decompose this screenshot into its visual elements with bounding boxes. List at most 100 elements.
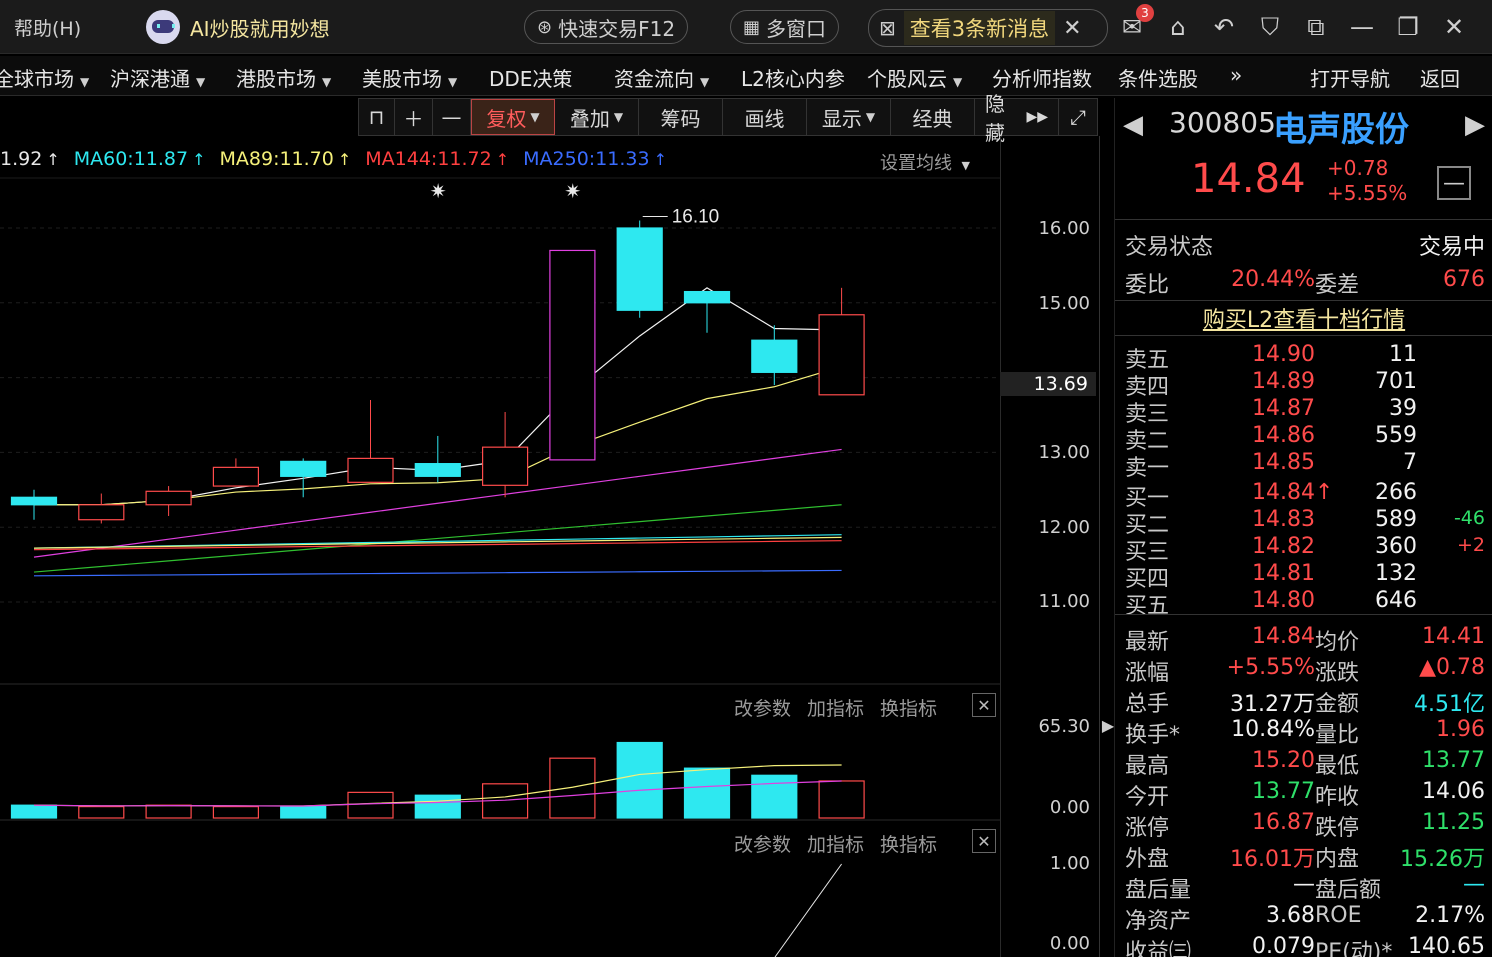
stat-label: 最低: [1315, 754, 1360, 779]
order-book-row[interactable]: 卖五 14.90 11: [1125, 342, 1485, 373]
close-window-icon[interactable]: ✕: [1436, 8, 1472, 46]
window-controls: ✉ 3 ⌂ ↶ ⛉ ⧉ — ❐ ✕: [1114, 4, 1472, 46]
restore-rights-button[interactable]: 复权 ▼: [471, 99, 555, 135]
help-menu[interactable]: 帮助(H): [14, 14, 81, 41]
home-icon[interactable]: ⌂: [1160, 8, 1196, 46]
zoom-out-icon[interactable]: —: [433, 99, 471, 135]
menu-item-label: 打开导航: [1310, 67, 1390, 91]
menu-item[interactable]: 港股市场 ▼: [236, 63, 331, 92]
order-book-row[interactable]: 卖一 14.85 7: [1125, 450, 1485, 481]
order-book-row[interactable]: 卖三 14.87 39: [1125, 396, 1485, 427]
stat-label: 外盘: [1125, 847, 1170, 872]
close-icon[interactable]: ✕: [1063, 16, 1081, 41]
y-tick: 13.00: [1038, 442, 1090, 463]
menu-item[interactable]: 全球市场 ▼: [0, 63, 89, 92]
volume-tick: 0.00: [1049, 797, 1090, 818]
chevron-down-icon: ▼: [700, 75, 710, 89]
candle-body: [414, 463, 461, 477]
add-indicator-button[interactable]: 加指标: [807, 694, 864, 721]
crosshair-price: 13.69: [1000, 372, 1096, 396]
add-indicator-button[interactable]: 加指标: [807, 830, 864, 857]
volume-bar: [549, 757, 596, 819]
trading-app: { "titlebar": { "help": "帮助(H)", "ai_lab…: [0, 0, 1492, 957]
trade-status-label: 交易状态: [1125, 235, 1214, 260]
maximize-icon[interactable]: ❐: [1390, 8, 1426, 46]
close-icon[interactable]: ✕: [972, 829, 996, 853]
fullscreen-icon[interactable]: ⤢: [1059, 99, 1097, 135]
order-book-row[interactable]: 卖四 14.89 701: [1125, 369, 1485, 400]
chips-button[interactable]: 筹码: [639, 99, 723, 135]
order-book-row[interactable]: 买一 14.84 ↑ 266: [1125, 480, 1485, 511]
classic-button[interactable]: 经典: [891, 99, 975, 135]
menu-item[interactable]: »: [1230, 63, 1242, 87]
level-volume: 701: [1375, 369, 1417, 394]
indicator-tick: 1.00: [1049, 853, 1090, 874]
menu-item[interactable]: DDE决策: [489, 63, 572, 92]
menu-item[interactable]: 美股市场 ▼: [362, 63, 457, 92]
switch-indicator-button[interactable]: 换指标: [880, 830, 937, 857]
next-stock-icon[interactable]: ▶: [1465, 110, 1485, 140]
restore-window-icon[interactable]: ⧉: [1298, 8, 1334, 46]
order-book-row[interactable]: 买四 14.81 132: [1125, 561, 1485, 592]
display-button[interactable]: 显示 ▼: [807, 99, 891, 135]
quote-panel: ◀ 300805 电声股份 ▶ 14.84 +0.78 +5.55% — 交易状…: [1114, 98, 1492, 957]
chevron-down-icon: ▼: [530, 110, 540, 124]
overlay-button[interactable]: 叠加 ▼: [555, 99, 639, 135]
menu-item[interactable]: 沪深港通 ▼: [110, 63, 205, 92]
remove-watchlist-button[interactable]: —: [1437, 166, 1471, 200]
shirt-icon[interactable]: ⛉: [1252, 8, 1288, 46]
switch-indicator-button[interactable]: 换指标: [880, 694, 937, 721]
stat-value: 14.41: [1422, 624, 1485, 649]
stat-label: 今开: [1125, 785, 1170, 810]
ai-assistant-label: AI炒股就用妙想: [190, 16, 330, 41]
menu-item[interactable]: 个股风云 ▼: [867, 63, 962, 92]
hide-button[interactable]: 隐藏 ▶▶: [975, 92, 1059, 145]
stat-label: 跌停: [1315, 816, 1360, 841]
stat-label: 盘后量: [1125, 878, 1192, 903]
candle-body: [818, 314, 865, 396]
last-price: 14.84: [1191, 156, 1306, 202]
stat-label: 金额: [1315, 692, 1360, 717]
zoom-in-icon[interactable]: ＋: [395, 99, 433, 135]
change-param-button[interactable]: 改参数: [734, 694, 791, 721]
menu-item[interactable]: 返回: [1420, 63, 1460, 92]
new-messages-notice[interactable]: ⊠ 查看3条新消息 ✕: [868, 9, 1108, 47]
menu-item[interactable]: L2核心内参: [741, 63, 845, 92]
buy-l2-link[interactable]: 购买L2查看十档行情: [1115, 300, 1492, 336]
stat-label: 换手*: [1125, 723, 1181, 748]
change-param-button[interactable]: 改参数: [734, 830, 791, 857]
lock-icon[interactable]: ⊓: [359, 99, 395, 135]
quick-trade-button[interactable]: ⊛ 快速交易F12: [524, 10, 689, 44]
order-diff-value: 676: [1443, 267, 1485, 292]
order-book-row[interactable]: 买五 14.80 646: [1125, 588, 1485, 619]
order-book-row[interactable]: 买二 14.83 589 -46: [1125, 507, 1485, 538]
menu-item-label: 资金流向: [614, 67, 694, 91]
ma-legend-label: MA250:11.33: [523, 148, 650, 170]
stat-label: 昨收: [1315, 785, 1360, 810]
order-book-row[interactable]: 买三 14.82 360 +2: [1125, 534, 1485, 565]
level-price: 14.85: [1252, 450, 1315, 475]
menu-item[interactable]: 条件选股: [1118, 63, 1198, 92]
ai-assistant-button[interactable]: AI炒股就用妙想: [146, 10, 330, 44]
indicator-tick: 0.00: [1049, 933, 1090, 954]
price-axis: 16.00 15.00 13.00 12.00 11.00 65.30 0.00…: [1000, 136, 1100, 957]
change-value: +0.78: [1327, 156, 1389, 180]
stat-value: ▲0.78: [1419, 655, 1485, 680]
mail-icon[interactable]: ✉ 3: [1114, 4, 1154, 46]
menu-item[interactable]: 资金流向 ▼: [614, 63, 709, 92]
y-tick: 12.00: [1038, 517, 1090, 538]
undo-icon[interactable]: ↶: [1206, 8, 1242, 46]
stat-value: 15.26万: [1400, 847, 1485, 872]
stat-value: 140.65: [1408, 934, 1485, 957]
draw-line-button[interactable]: 画线: [723, 99, 807, 135]
multi-window-button[interactable]: ▦ 多窗口: [730, 10, 840, 44]
chevron-down-icon: ▼: [80, 75, 90, 89]
collapse-panel-icon[interactable]: ▶: [1102, 690, 1114, 760]
minimize-icon[interactable]: —: [1344, 8, 1380, 46]
order-book-row[interactable]: 卖二 14.86 559: [1125, 423, 1485, 454]
set-ma-button[interactable]: 设置均线 ▼: [880, 149, 970, 175]
prev-stock-icon[interactable]: ◀: [1123, 110, 1143, 140]
level-price: 14.83: [1252, 507, 1315, 532]
close-icon[interactable]: ✕: [972, 693, 996, 717]
menu-item[interactable]: 打开导航: [1310, 63, 1390, 92]
